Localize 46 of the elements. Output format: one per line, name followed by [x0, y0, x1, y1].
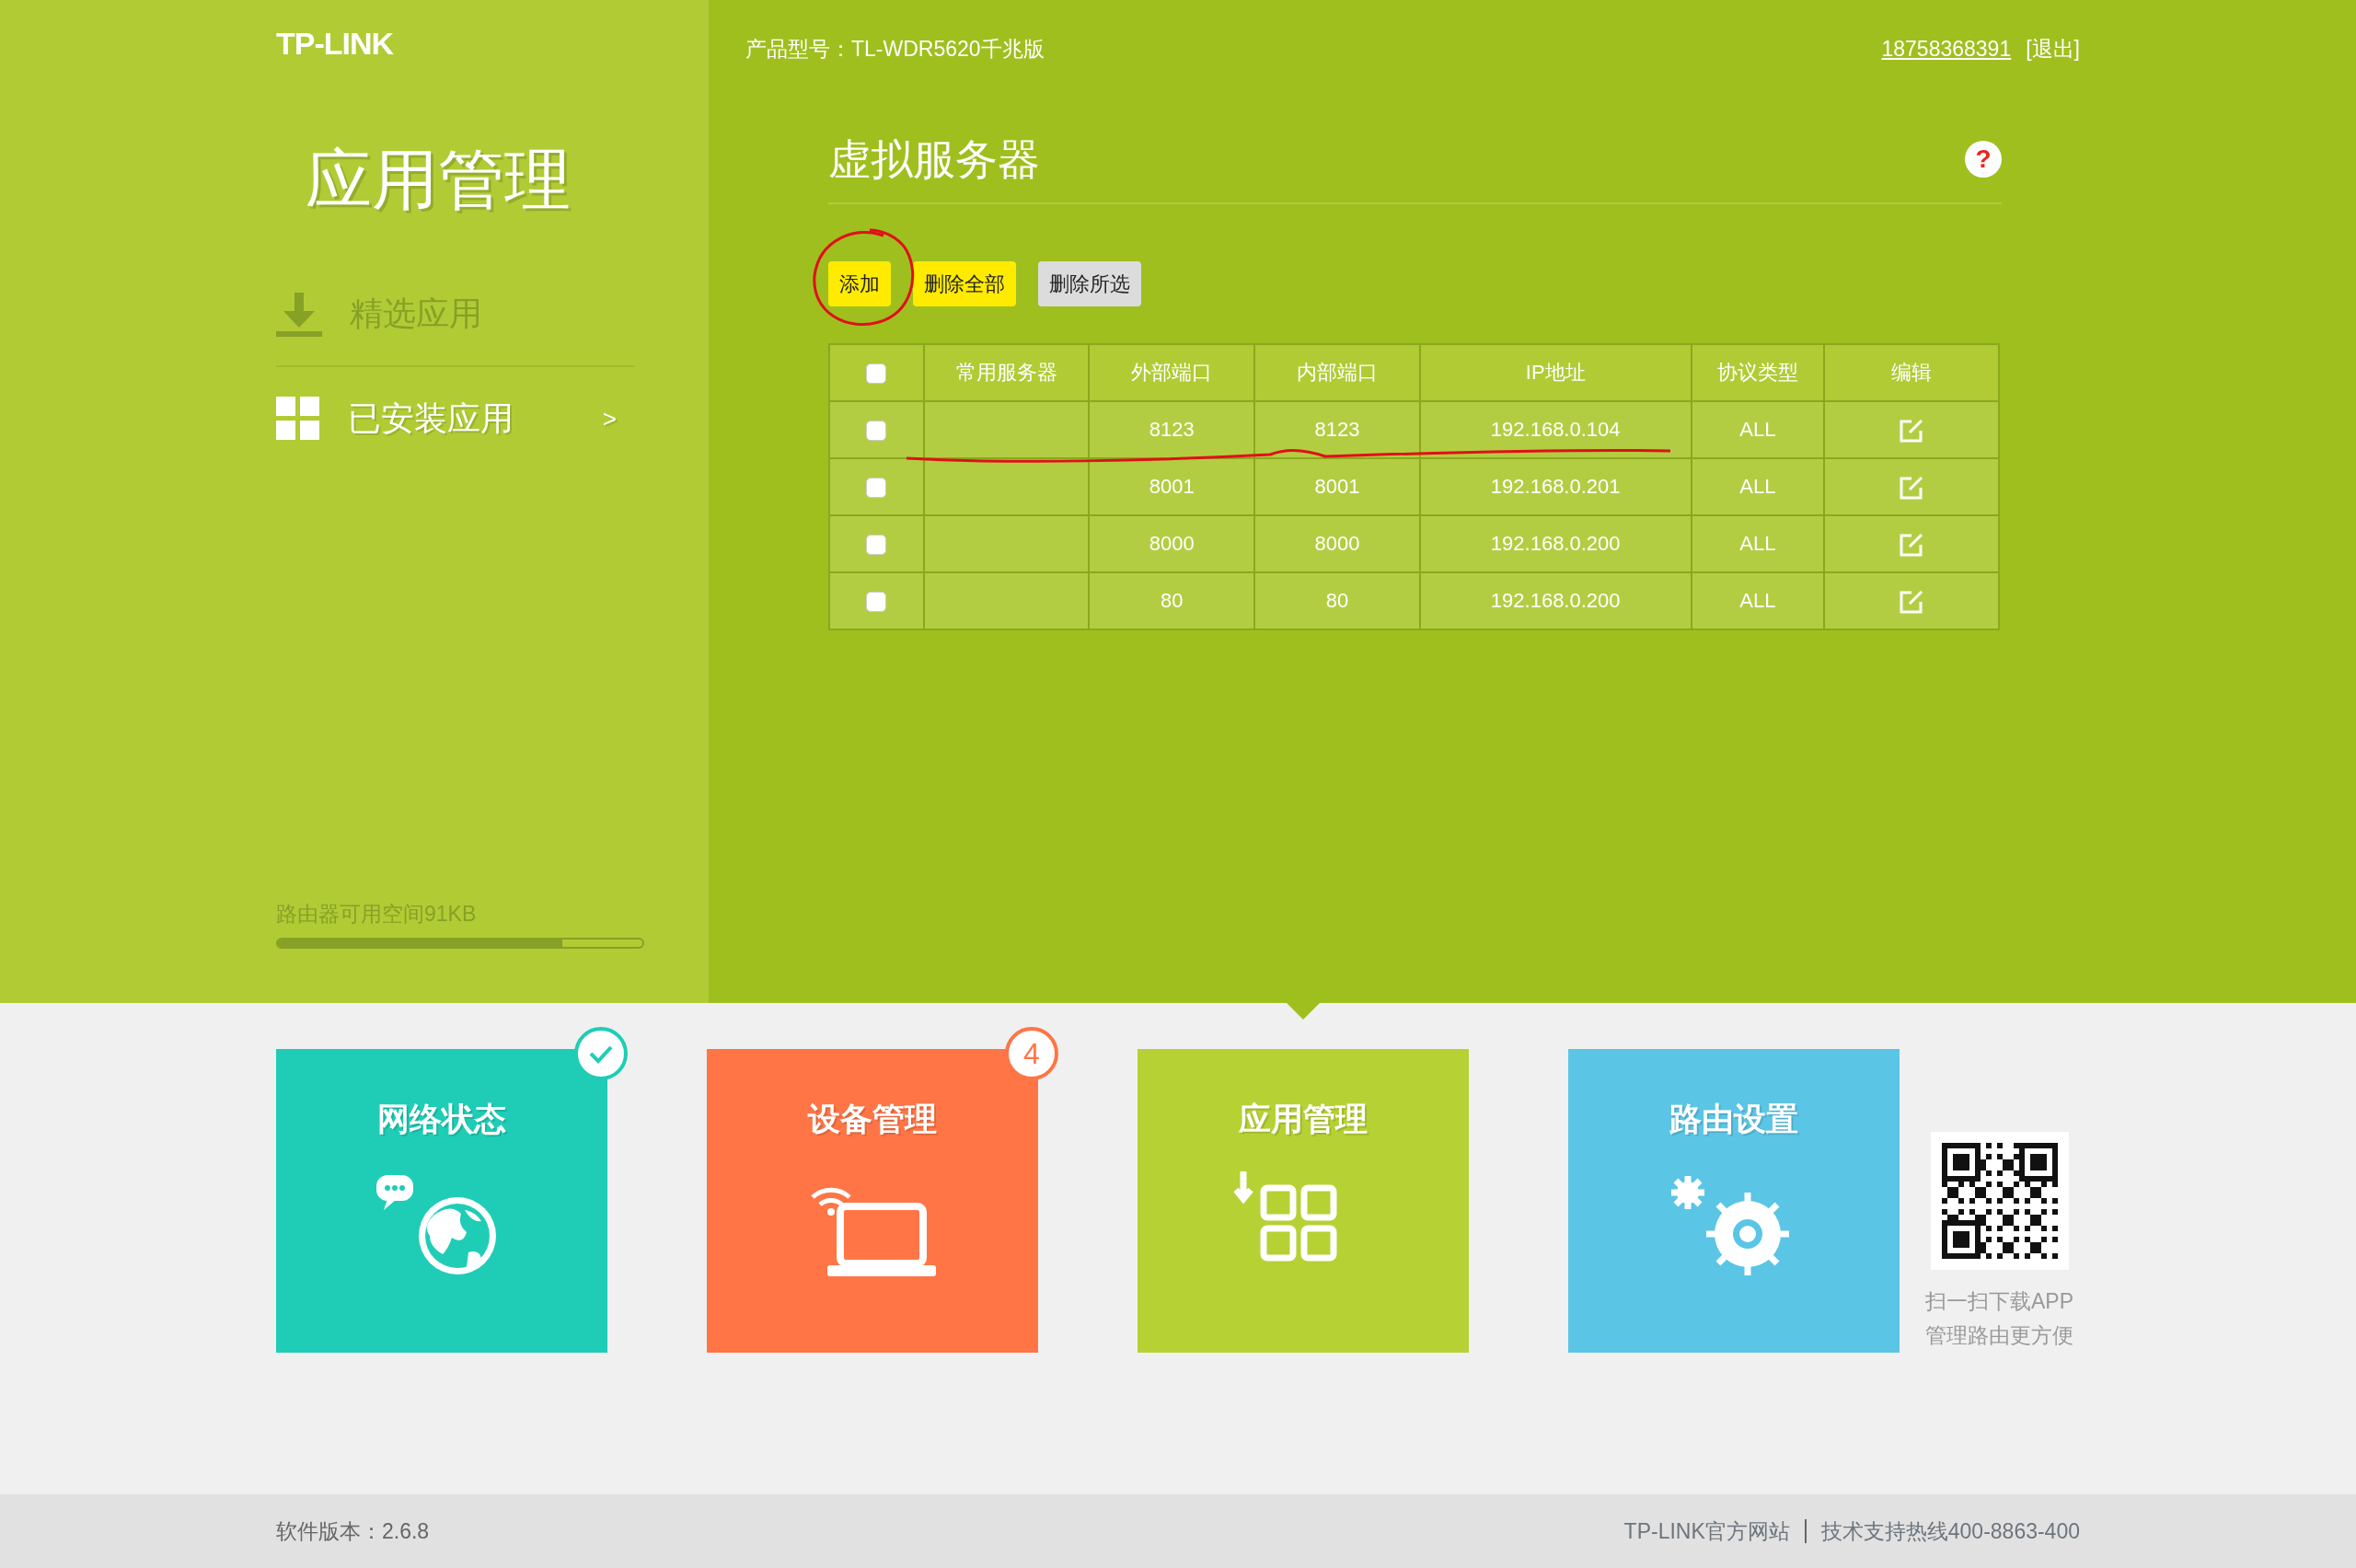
nav-tile[interactable]: 路由设置: [1568, 1049, 1900, 1353]
product-model: 产品型号：TL-WDR5620千兆版: [745, 36, 1045, 63]
tile-title: 网络状态: [377, 1100, 506, 1138]
column-header: IP地址: [1419, 343, 1692, 401]
footer-link[interactable]: 技术支持热线400-8863-400: [1820, 1515, 2080, 1548]
table-cell: 8123: [1149, 418, 1195, 441]
table-cell: 80: [1325, 589, 1349, 612]
logout-link[interactable]: [退出]: [2026, 33, 2080, 65]
sidebar-item[interactable]: 已安装应用 >: [276, 367, 635, 471]
column-header: 内部端口: [1254, 343, 1420, 401]
tile-title: 路由设置: [1669, 1100, 1798, 1138]
column-header: 常用服务器: [923, 343, 1090, 401]
table-cell: 192.168.0.104: [1490, 418, 1621, 441]
table-cell: ALL: [1739, 589, 1776, 612]
nav-tile[interactable]: 网络状态: [276, 1049, 607, 1353]
qr-caption: 管理路由更方便: [1925, 1321, 2074, 1349]
qr-caption: 扫一扫下载APP: [1925, 1288, 2074, 1315]
chevron-icon: >: [602, 400, 617, 437]
help-icon[interactable]: ?: [1965, 141, 2002, 178]
section-title: 虚拟服务器: [828, 133, 1040, 185]
column-header: 编辑: [1824, 343, 1999, 401]
table-cell: 8123: [1314, 418, 1360, 441]
footer-link[interactable]: TP-LINK官方网站: [1623, 1515, 1790, 1548]
page-title: 应用管理: [306, 144, 571, 217]
column-header: 外部端口: [1089, 343, 1255, 401]
table-cell: ALL: [1739, 532, 1776, 555]
table-cell: 192.168.0.201: [1490, 475, 1621, 498]
account-link[interactable]: 18758368391: [1881, 33, 2012, 65]
nav-tile[interactable]: 应用管理: [1138, 1049, 1469, 1353]
table-cell: 8001: [1149, 475, 1195, 498]
action-button[interactable]: 删除全部: [913, 260, 1016, 306]
version-text: 软件版本：2.6.8: [276, 1517, 430, 1545]
action-button[interactable]: 添加: [828, 260, 891, 306]
table-cell: 8001: [1314, 475, 1360, 498]
table-cell: 8000: [1149, 532, 1195, 555]
column-header: 协议类型: [1691, 343, 1825, 401]
table-cell: 8000: [1314, 532, 1360, 555]
count-badge: 4: [1005, 1027, 1058, 1080]
tile-title: 设备管理: [808, 1100, 937, 1138]
logo: TP-LINK: [276, 28, 394, 59]
table-cell: 192.168.0.200: [1490, 532, 1621, 555]
table-cell: 192.168.0.200: [1490, 589, 1621, 612]
table-cell: 80: [1161, 589, 1184, 612]
table-cell: ALL: [1739, 475, 1776, 498]
table-cell: ALL: [1739, 418, 1776, 441]
tile-title: 应用管理: [1239, 1100, 1368, 1138]
